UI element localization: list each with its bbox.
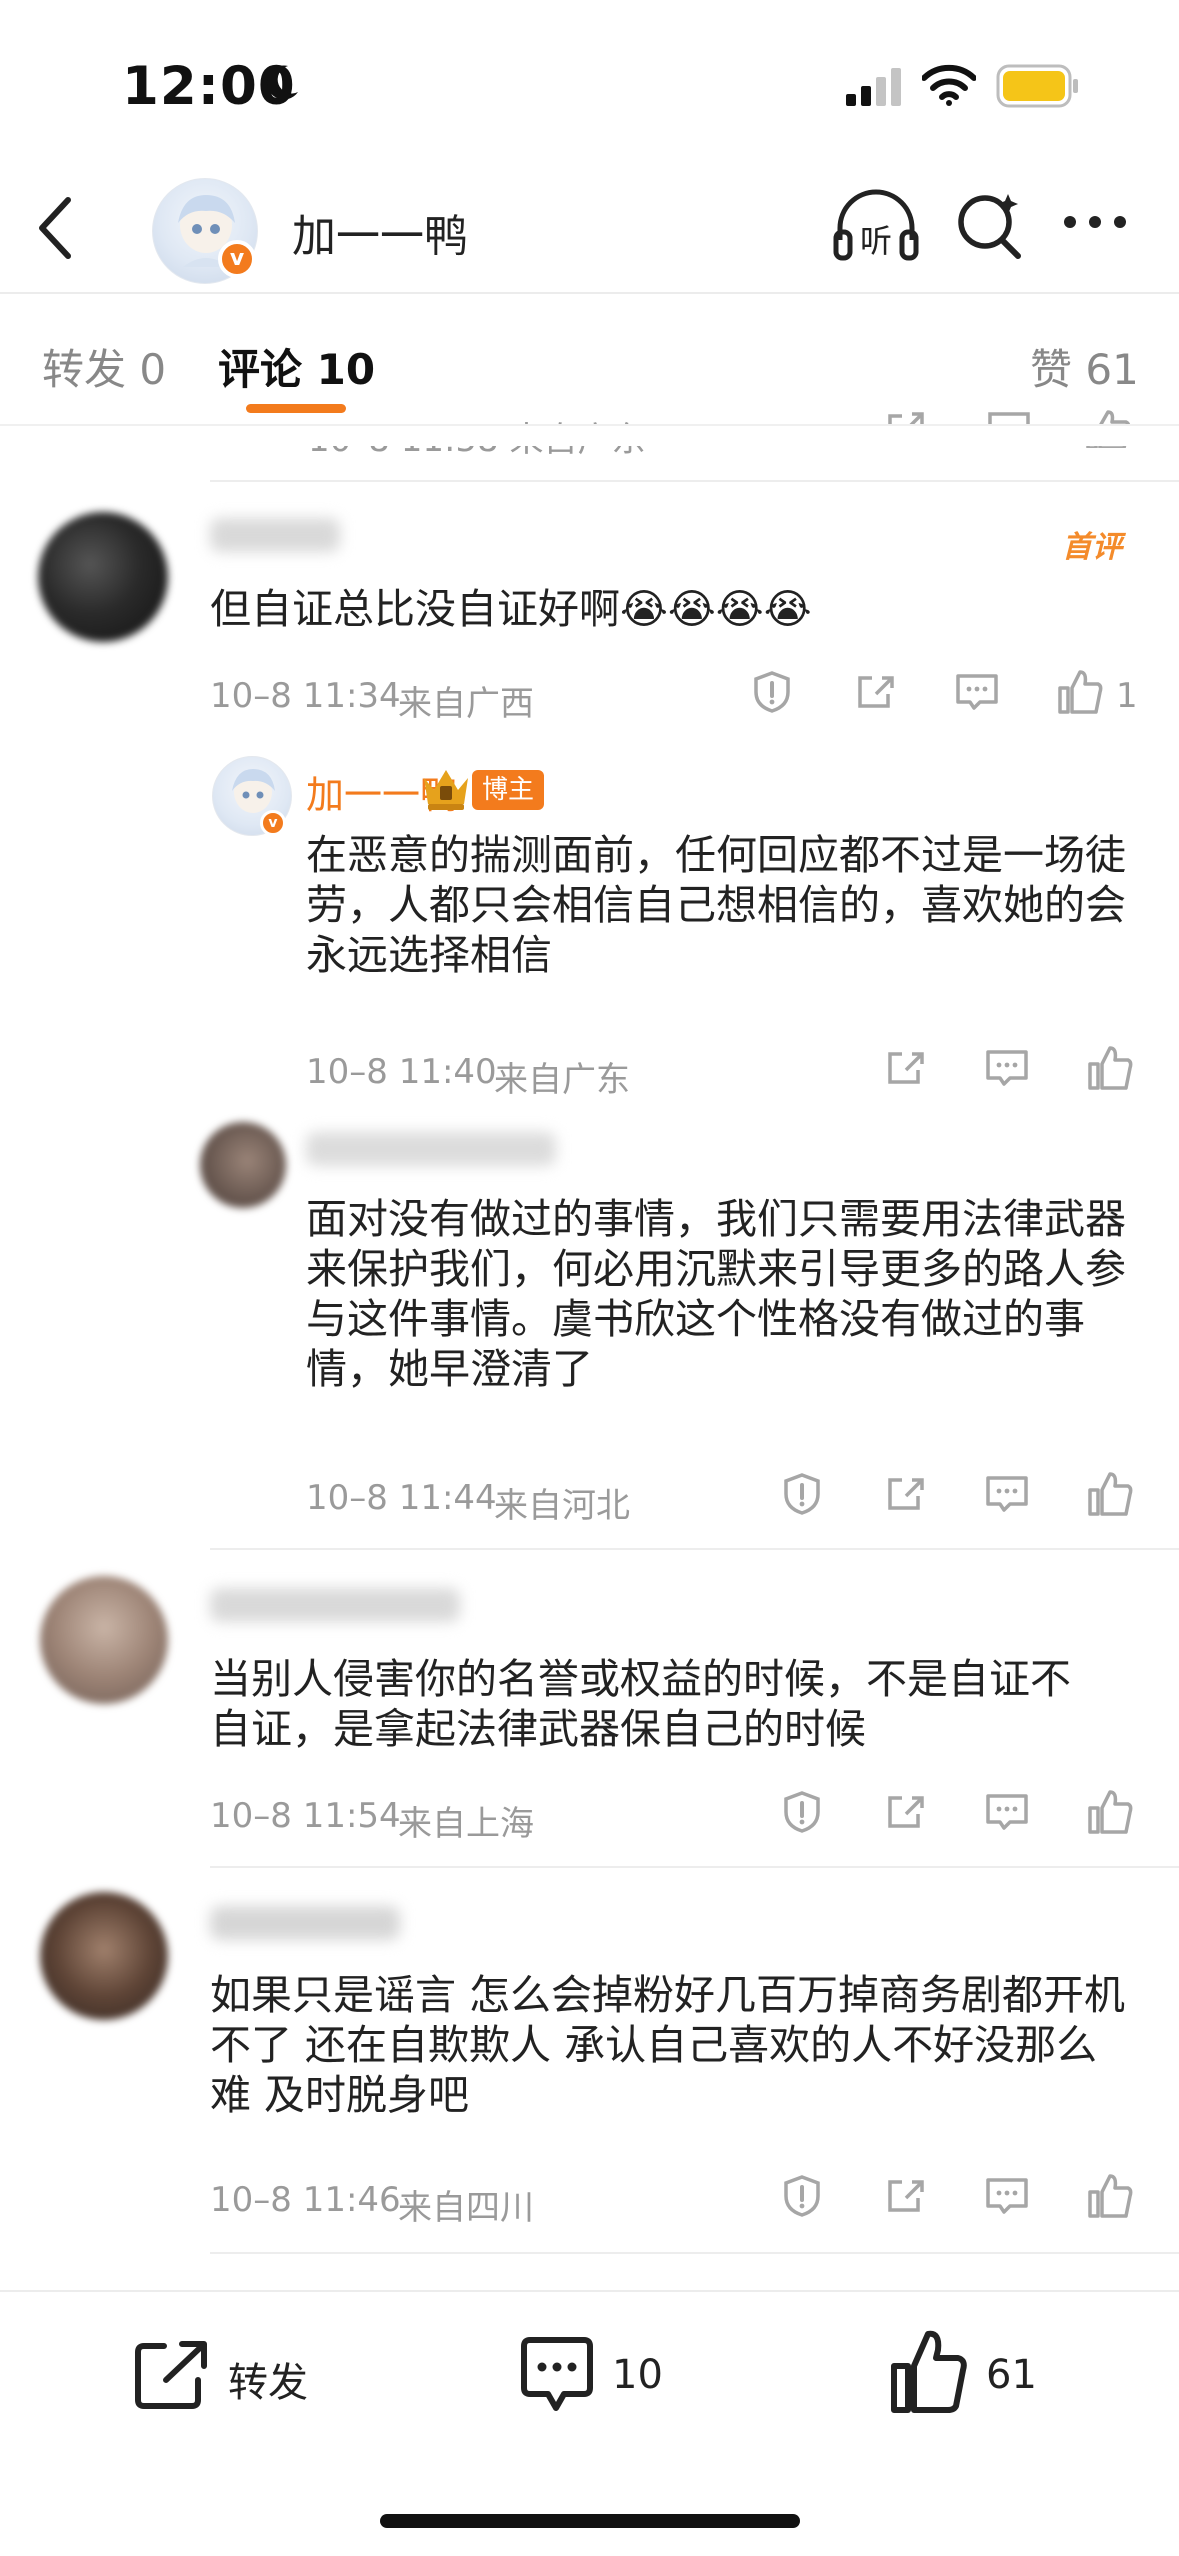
comment-time: 10–8 11:46 bbox=[210, 2180, 401, 2220]
comment-location: 来自广西 bbox=[398, 684, 534, 724]
comment-count: 10 bbox=[612, 2352, 663, 2398]
commenter-avatar[interactable] bbox=[40, 1576, 168, 1704]
battery-icon bbox=[996, 64, 1078, 108]
blogger-tag: 博主 bbox=[472, 770, 545, 810]
comment-icon[interactable] bbox=[954, 672, 1000, 712]
forward-label: 转发 bbox=[228, 2360, 308, 2406]
replier-avatar[interactable] bbox=[200, 1122, 286, 1208]
comment-divider bbox=[210, 2252, 1179, 2254]
first-comment-badge: 首评 bbox=[1062, 530, 1122, 565]
home-indicator[interactable] bbox=[380, 2514, 800, 2528]
commenter-avatar[interactable] bbox=[40, 1892, 168, 2020]
wifi-icon bbox=[922, 64, 976, 106]
tab-forward[interactable]: 转发 0 bbox=[42, 336, 166, 397]
nav-divider bbox=[0, 292, 1179, 294]
like-count: 1 bbox=[1116, 676, 1138, 716]
commenter-name-blurred[interactable] bbox=[210, 1588, 460, 1622]
do-not-disturb-moon-icon bbox=[266, 65, 298, 100]
cellular-signal-icon bbox=[846, 68, 901, 106]
verified-badge: v bbox=[218, 240, 256, 278]
comment-bubble-icon bbox=[521, 2337, 593, 2411]
forward-icon bbox=[135, 2341, 207, 2409]
tab-likes[interactable]: 赞 61 bbox=[1030, 336, 1139, 397]
comment-icon[interactable] bbox=[984, 2176, 1030, 2216]
commenter-name-blurred[interactable] bbox=[210, 1906, 400, 1940]
like-thumb-icon bbox=[891, 2330, 967, 2413]
comment-time: 10–8 11:34 bbox=[210, 676, 401, 716]
report-icon[interactable] bbox=[752, 670, 792, 714]
reply-text: 面对没有做过的事情，我们只需要用法律武器来保护我们，何必用沉默来引导更多的路人参… bbox=[306, 1195, 1126, 1393]
share-icon[interactable] bbox=[884, 1474, 928, 1514]
like-count: 61 bbox=[986, 2352, 1037, 2398]
page-title[interactable]: 加一一鸭 bbox=[292, 200, 468, 264]
crown-icon bbox=[424, 770, 468, 810]
reply-location: 来自广东 bbox=[494, 1060, 630, 1100]
comment-icon[interactable] bbox=[984, 1792, 1030, 1832]
search-icon[interactable] bbox=[954, 188, 1026, 260]
commenter-name-blurred[interactable] bbox=[210, 518, 340, 552]
tab-comments[interactable]: 评论 10 bbox=[218, 336, 375, 397]
verified-badge: v bbox=[260, 810, 286, 836]
listen-label: 听 bbox=[860, 222, 892, 260]
listen-icon[interactable]: 听 bbox=[832, 188, 920, 266]
bottom-bar-divider bbox=[0, 2290, 1179, 2292]
like-icon[interactable] bbox=[1086, 1470, 1134, 1516]
like-icon[interactable] bbox=[1056, 668, 1104, 714]
forward-button[interactable]: 转发 bbox=[132, 2336, 352, 2416]
replier-name-blurred[interactable] bbox=[306, 1132, 556, 1166]
like-button[interactable]: 61 bbox=[888, 2326, 1068, 2420]
like-icon[interactable] bbox=[1086, 2172, 1134, 2218]
share-icon[interactable] bbox=[884, 2176, 928, 2216]
comment-location: 来自上海 bbox=[398, 1804, 534, 1844]
reply-time: 10–8 11:44 bbox=[306, 1478, 497, 1518]
back-icon[interactable] bbox=[30, 192, 78, 264]
like-icon[interactable] bbox=[1086, 1044, 1134, 1090]
reply-time: 10–8 11:40 bbox=[306, 1052, 497, 1092]
reply-text: 在恶意的揣测面前，任何回应都不过是一场徒劳，人都只会相信自己想相信的，喜欢她的会… bbox=[306, 831, 1126, 979]
reply-location: 来自河北 bbox=[494, 1486, 630, 1526]
comment-location: 来自四川 bbox=[398, 2188, 534, 2228]
comment-divider bbox=[210, 480, 1179, 482]
comment-divider bbox=[210, 1548, 1179, 1550]
report-icon[interactable] bbox=[782, 2174, 822, 2218]
comment-text: 如果只是谣言 怎么会掉粉好几百万掉商务剧都开机不了 还在自欺欺人 承认自己喜欢的… bbox=[210, 1971, 1126, 2119]
comment-button[interactable]: 10 bbox=[518, 2330, 708, 2420]
tab-mask bbox=[0, 426, 1179, 446]
share-icon[interactable] bbox=[884, 1048, 928, 1088]
report-icon[interactable] bbox=[782, 1472, 822, 1516]
report-icon[interactable] bbox=[782, 1790, 822, 1834]
commenter-avatar[interactable] bbox=[38, 512, 168, 642]
comment-text: 当别人侵害你的名誉或权益的时候，不是自证不自证，是拿起法律武器保自己的时候 bbox=[210, 1655, 1071, 1753]
like-icon[interactable] bbox=[1086, 1788, 1134, 1834]
comment-icon[interactable] bbox=[984, 1474, 1030, 1514]
comment-divider bbox=[210, 1866, 1179, 1868]
share-icon[interactable] bbox=[854, 672, 898, 712]
comment-time: 10–8 11:54 bbox=[210, 1796, 401, 1836]
more-icon[interactable] bbox=[1062, 212, 1128, 232]
share-icon[interactable] bbox=[884, 1792, 928, 1832]
comment-text: 但自证总比没自证好啊😭😭😭😭 bbox=[210, 585, 812, 633]
comment-icon[interactable] bbox=[984, 1048, 1030, 1088]
